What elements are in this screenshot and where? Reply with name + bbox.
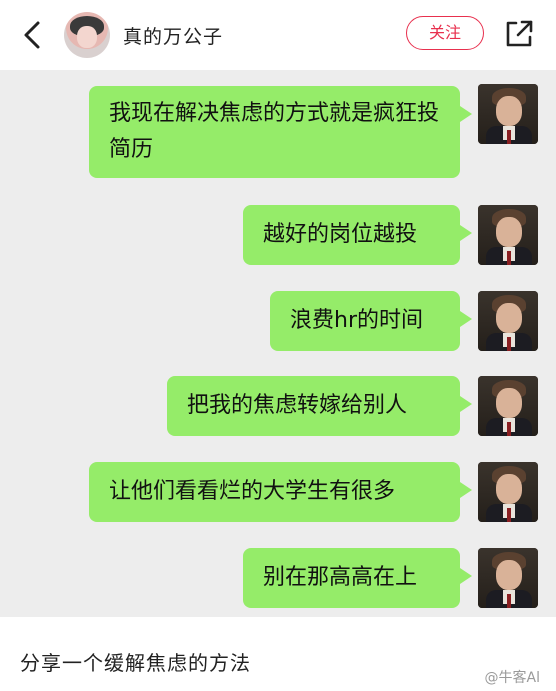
watermark: @牛客Al bbox=[484, 670, 540, 686]
post-caption: 分享一个缓解焦虑的方法 bbox=[20, 651, 251, 675]
post-caption-area: 分享一个缓解焦虑的方法 @牛客Al bbox=[0, 617, 556, 691]
message-bubble: 把我的焦虑转嫁给别人 bbox=[167, 376, 472, 436]
message-text: 浪费hr的时间 bbox=[290, 308, 423, 333]
chevron-left-icon[interactable] bbox=[18, 18, 48, 52]
user-avatar[interactable] bbox=[64, 12, 110, 58]
chat-screenshot-page: 真的万公子 关注 我现在解决焦虑的方式就是疯狂投简历 越好的岗位越投 浪费hr的… bbox=[0, 0, 556, 691]
follow-button[interactable]: 关注 bbox=[406, 16, 484, 50]
message-bubble: 让他们看看烂的大学生有很多 bbox=[89, 462, 472, 522]
top-bar: 真的万公子 关注 bbox=[0, 0, 556, 70]
chat-area: 我现在解决焦虑的方式就是疯狂投简历 越好的岗位越投 浪费hr的时间 把我的焦虑转… bbox=[0, 70, 556, 617]
sender-avatar[interactable] bbox=[478, 462, 538, 522]
sender-avatar[interactable] bbox=[478, 205, 538, 265]
message-text: 我现在解决焦虑的方式就是疯狂投简历 bbox=[109, 101, 440, 162]
message-bubble: 浪费hr的时间 bbox=[270, 291, 472, 351]
message-bubble: 别在那高高在上 bbox=[243, 548, 472, 608]
username[interactable]: 真的万公子 bbox=[123, 22, 223, 49]
sender-avatar[interactable] bbox=[478, 548, 538, 608]
message-text: 让他们看看烂的大学生有很多 bbox=[109, 479, 396, 504]
message-text: 别在那高高在上 bbox=[263, 565, 418, 590]
message-bubble: 我现在解决焦虑的方式就是疯狂投简历 bbox=[89, 86, 472, 178]
message-bubble: 越好的岗位越投 bbox=[243, 205, 472, 265]
external-link-icon[interactable] bbox=[502, 17, 536, 51]
sender-avatar[interactable] bbox=[478, 84, 538, 144]
sender-avatar[interactable] bbox=[478, 376, 538, 436]
sender-avatar[interactable] bbox=[478, 291, 538, 351]
message-text: 越好的岗位越投 bbox=[263, 222, 418, 247]
message-text: 把我的焦虑转嫁给别人 bbox=[187, 393, 408, 418]
